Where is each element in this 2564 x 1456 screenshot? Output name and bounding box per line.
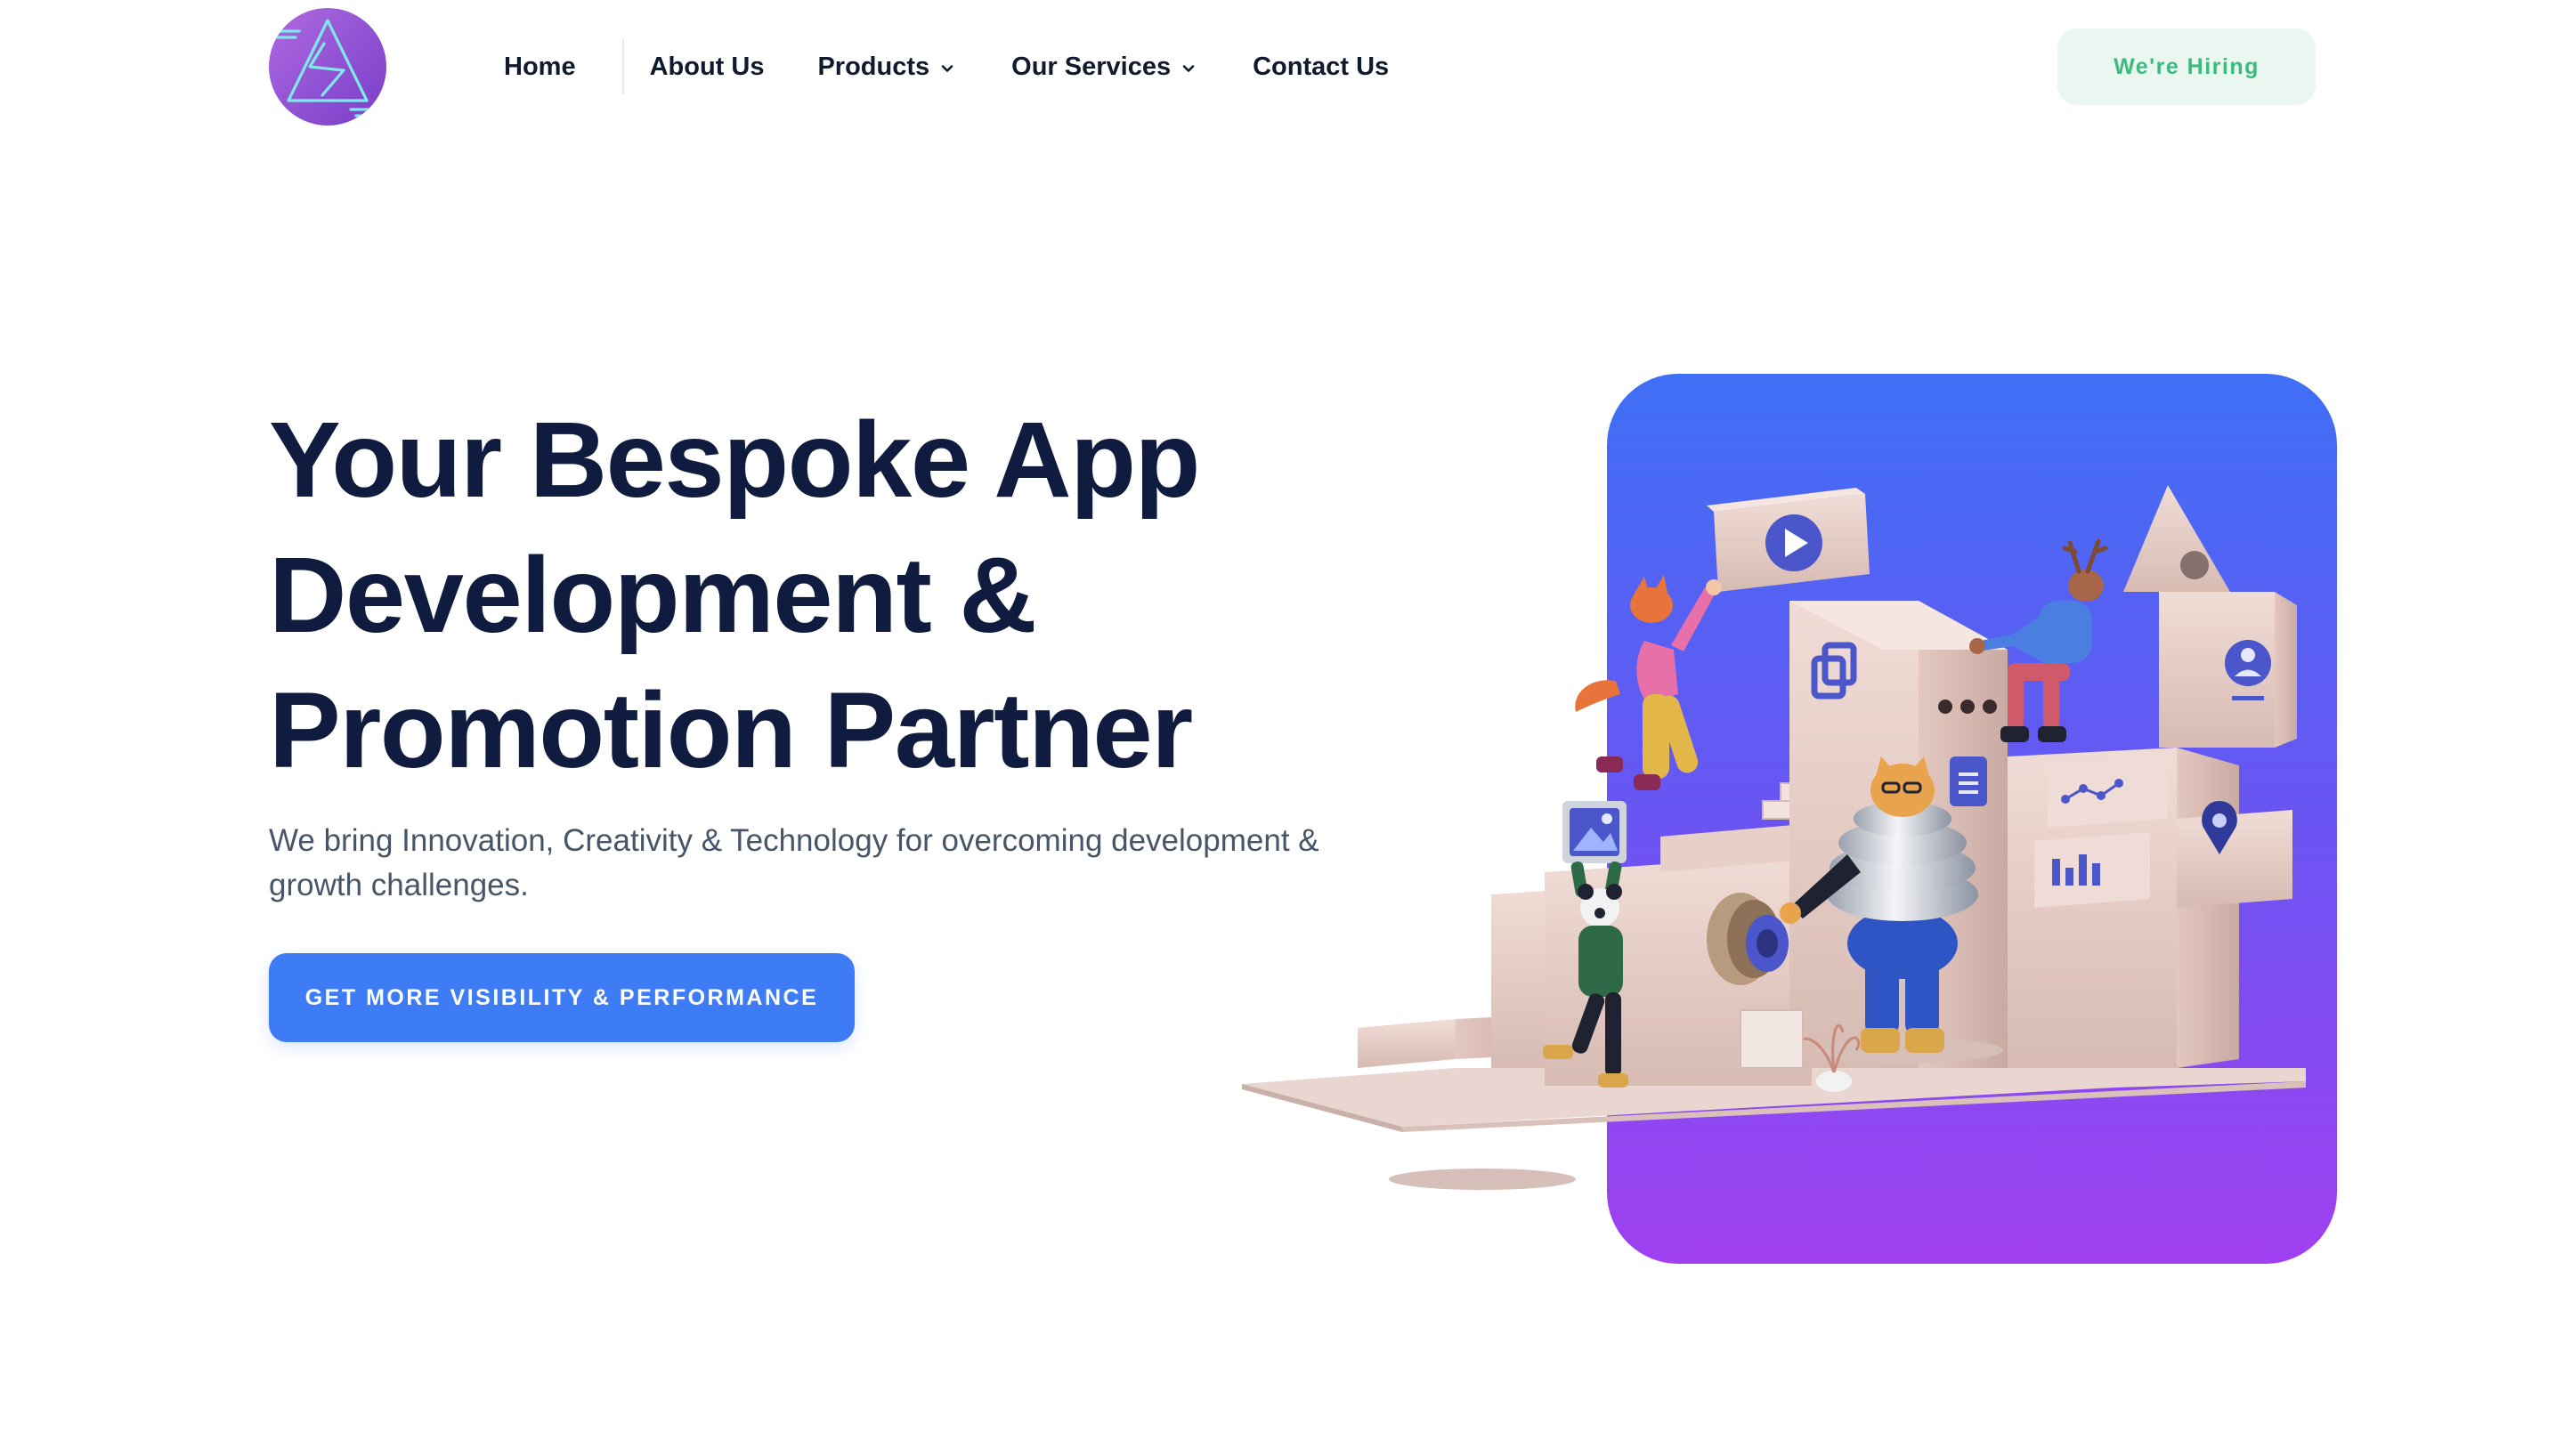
hero-subtitle: We bring Innovation, Creativity & Techno…: [269, 823, 1319, 902]
nav-about-us-label: About Us: [649, 52, 765, 81]
hero-illustration: [1242, 374, 2346, 1273]
hiring-button[interactable]: We're Hiring: [2057, 28, 2316, 105]
nav-home-label: Home: [504, 52, 576, 81]
hero-title-line: Promotion Partner: [269, 669, 1193, 790]
nav-home[interactable]: Home: [504, 53, 576, 82]
cta-button[interactable]: GET MORE VISIBILITY & PERFORMANCE: [269, 953, 855, 1042]
company-logo[interactable]: [269, 8, 386, 125]
nav-products-label: Products: [817, 52, 930, 81]
image-icon: [1570, 808, 1619, 856]
play-box: [1707, 488, 1870, 592]
nav-about-us[interactable]: About Us: [650, 53, 765, 82]
hero-title-line: Development &: [269, 534, 1037, 655]
nav-contact-us[interactable]: Contact Us: [1253, 53, 1389, 82]
chevron-down-icon: [1180, 60, 1197, 77]
main-nav: Home About Us Products Our Services Cont…: [504, 39, 1389, 94]
nav-our-services[interactable]: Our Services: [1011, 53, 1197, 82]
nav-products[interactable]: Products: [817, 53, 956, 82]
illustration-svg: [1242, 374, 2337, 1264]
hero-title: Your Bespoke App Development & Promotion…: [269, 392, 1337, 797]
site-header: Home About Us Products Our Services Cont…: [0, 0, 2564, 133]
nav-contact-us-label: Contact Us: [1253, 52, 1390, 81]
page: Home About Us Products Our Services Cont…: [0, 0, 2564, 1456]
nav-divider: [621, 39, 624, 94]
chevron-down-icon: [938, 60, 956, 77]
hero-title-line: Your Bespoke App: [269, 399, 1200, 520]
nav-our-services-label: Our Services: [1011, 52, 1172, 81]
document-icon: [1950, 756, 1987, 806]
logo-mark-icon: [271, 19, 385, 117]
